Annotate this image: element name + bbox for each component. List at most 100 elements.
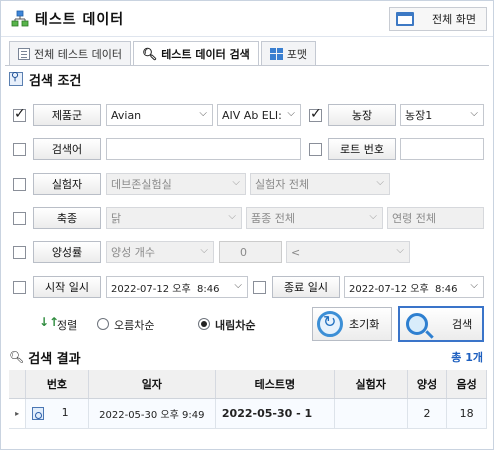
- chevron-down-icon: ⌵: [470, 108, 478, 119]
- select-value: 데브존실험실: [111, 178, 172, 191]
- lot-no-label: 로트 번호: [328, 138, 396, 160]
- select-value: 양성 개수: [111, 246, 155, 259]
- ascending-label[interactable]: 오름차순: [114, 317, 154, 333]
- tab-format[interactable]: 포맷: [260, 41, 317, 65]
- chevron-down-icon: ⌵: [199, 108, 207, 119]
- tester-label: 실험자: [33, 173, 101, 195]
- tester-checkbox[interactable]: [13, 178, 26, 191]
- reset-button[interactable]: 초기화: [312, 307, 392, 341]
- select-value: 농장1: [405, 109, 433, 122]
- product-group-checkbox[interactable]: [13, 106, 26, 122]
- breed-select[interactable]: 품종 전체 ⌵: [246, 207, 383, 229]
- row-indicator-header: [9, 370, 27, 399]
- chevron-down-icon: ⌵: [470, 280, 478, 291]
- row-test-name: 2022-05-30 - 1: [215, 398, 335, 429]
- row-pointer-icon: ▸: [9, 398, 27, 429]
- search-button[interactable]: 검색: [398, 306, 484, 342]
- age-select[interactable]: 연령 전체: [387, 207, 484, 229]
- magnifier-icon: [406, 313, 428, 335]
- sort-label: 정렬: [57, 319, 78, 332]
- farm-checkbox[interactable]: [309, 106, 322, 122]
- table-row[interactable]: ▸ 1 2022-05-30 오후 9:49 2022-05-30 - 1 2 …: [9, 398, 487, 429]
- search-word-label: 검색어: [33, 138, 101, 160]
- select-value: Avian: [111, 108, 142, 122]
- window-title: 테스트 데이터: [35, 11, 125, 28]
- positive-count-input[interactable]: 0: [219, 241, 282, 263]
- tester-select[interactable]: 실험자 전체 ⌵: [250, 173, 390, 195]
- search-icon: 🔍︎: [141, 47, 158, 61]
- product-item-select[interactable]: AIV Ab ELI: ⌵: [217, 104, 301, 126]
- fullscreen-button[interactable]: 전체 화면: [389, 7, 487, 31]
- tab-label: 포맷: [286, 47, 308, 61]
- chevron-down-icon: ⌵: [376, 177, 384, 188]
- search-results-header: 🔍︎ 검색 결과 총 1개: [9, 346, 487, 368]
- tab-test-data-search[interactable]: 🔍︎ 테스트 데이터 검색: [132, 41, 259, 66]
- document-list-icon: [18, 47, 30, 60]
- positive-type-select[interactable]: 양성 개수 ⌵: [106, 241, 214, 263]
- search-label: 검색: [452, 318, 473, 331]
- search-icon: 🔍︎: [9, 350, 25, 364]
- end-time-picker[interactable]: 2022-07-12 오후 8:46 ⌵: [344, 276, 484, 298]
- column-header[interactable]: 테스트명: [215, 370, 335, 399]
- descending-radio[interactable]: [198, 318, 210, 330]
- lot-no-input[interactable]: [400, 138, 484, 160]
- product-group-select[interactable]: Avian ⌵: [106, 104, 213, 126]
- chevron-down-icon: ⌵: [228, 211, 236, 222]
- window-icon: [396, 12, 414, 26]
- end-time-checkbox[interactable]: [253, 281, 266, 294]
- row-date: 2022-05-30 오후 9:49: [88, 398, 216, 429]
- results-title: 검색 결과: [28, 351, 81, 367]
- title-bar: 테스트 데이터 전체 화면: [1, 1, 493, 37]
- select-value: 닭: [111, 212, 122, 225]
- positive-rate-checkbox[interactable]: [13, 246, 26, 259]
- row-tester: [334, 398, 408, 429]
- ascending-radio[interactable]: [97, 318, 109, 330]
- livestock-select[interactable]: 닭 ⌵: [106, 207, 242, 229]
- row-number: 1: [61, 406, 69, 420]
- livestock-checkbox[interactable]: [13, 212, 26, 225]
- tab-all-test-data[interactable]: 전체 테스트 데이터: [9, 41, 131, 65]
- start-time-label: 시작 일시: [33, 276, 101, 298]
- column-header[interactable]: 실험자: [334, 370, 408, 399]
- select-value: <: [291, 245, 301, 259]
- search-conditions-header: 검색 조건: [9, 68, 81, 90]
- livestock-label: 축종: [33, 207, 101, 229]
- search-word-input[interactable]: [106, 138, 301, 160]
- reset-label: 초기화: [349, 318, 380, 331]
- positive-rate-label: 양성률: [33, 241, 101, 263]
- table-header-row: 번호 일자 테스트명 실험자 양성 음성: [9, 370, 487, 399]
- row-number-cell: 1: [25, 398, 89, 429]
- row-negative: 18: [446, 398, 487, 429]
- descending-label[interactable]: 내림차순: [215, 317, 255, 333]
- start-time-checkbox[interactable]: [13, 281, 26, 294]
- chevron-down-icon: ⌵: [369, 211, 377, 222]
- product-group-label: 제품군: [33, 104, 101, 126]
- lab-select[interactable]: 데브존실험실 ⌵: [106, 173, 246, 195]
- app-window: 테스트 데이터 전체 화면 전체 테스트 데이터 🔍︎ 테스트 데이터 검색 포…: [0, 0, 494, 450]
- select-value: 실험자 전체: [255, 178, 310, 191]
- network-icon: [11, 10, 29, 28]
- search-word-checkbox[interactable]: [13, 143, 26, 156]
- column-header[interactable]: 번호: [25, 370, 89, 399]
- tab-divider: [5, 65, 489, 66]
- column-header[interactable]: 음성: [446, 370, 487, 399]
- results-table: 번호 일자 테스트명 실험자 양성 음성 ▸ 1 2022-05-30 오후 9…: [9, 370, 487, 429]
- select-value: 품종 전체: [251, 212, 295, 225]
- column-header[interactable]: 일자: [88, 370, 216, 399]
- tab-bar: 전체 테스트 데이터 🔍︎ 테스트 데이터 검색 포맷: [9, 41, 318, 66]
- column-header[interactable]: 양성: [407, 370, 448, 399]
- chevron-down-icon: ⌵: [234, 280, 242, 291]
- operator-select[interactable]: < ⌵: [286, 241, 410, 263]
- results-total: 총 1개: [451, 351, 483, 364]
- tab-label: 전체 테스트 데이터: [34, 47, 122, 61]
- lot-no-checkbox[interactable]: [309, 143, 322, 156]
- start-time-picker[interactable]: 2022-07-12 오후 8:46 ⌵: [106, 276, 248, 298]
- document-view-icon[interactable]: [32, 406, 45, 420]
- refresh-icon: [317, 311, 343, 337]
- chevron-down-icon: ⌵: [396, 245, 404, 256]
- section-title: 검색 조건: [29, 73, 82, 89]
- farm-label: 농장: [328, 104, 396, 126]
- end-time-label: 종료 일시: [272, 276, 340, 298]
- farm-select[interactable]: 농장1 ⌵: [400, 104, 484, 126]
- picker-value: 2022-07-12 오후 8:46: [111, 283, 220, 295]
